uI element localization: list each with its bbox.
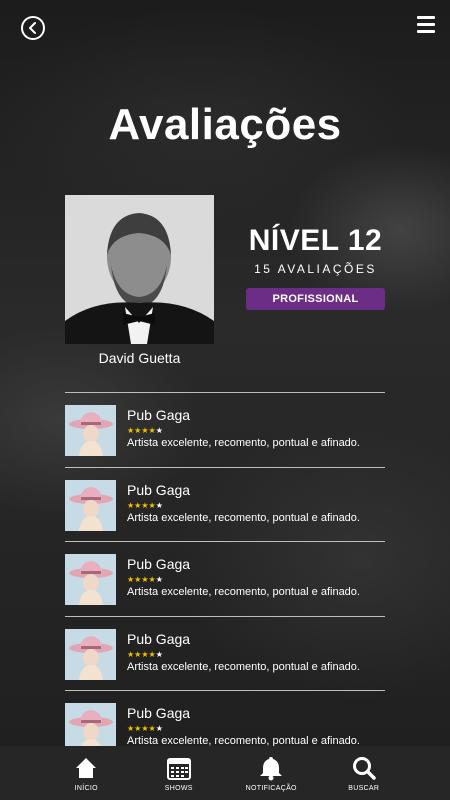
star-icon: ★ — [141, 426, 149, 435]
review-venue: Pub Gaga — [127, 481, 191, 498]
rating-stars: ★★★★★ — [127, 724, 163, 733]
star-icon: ★ — [148, 724, 156, 733]
star-icon: ★ — [141, 500, 149, 510]
star-icon: ★ — [148, 649, 156, 659]
venue-thumbnail — [65, 405, 116, 456]
venue-thumbnail — [65, 554, 116, 605]
rating-stars: ★★★★★ — [127, 650, 163, 659]
calendar-icon — [166, 757, 191, 780]
review-venue: Pub Gaga — [127, 407, 191, 423]
artist-portrait-image — [65, 195, 214, 344]
star-icon: ★ — [155, 500, 163, 510]
tab-search-label: BUSCAR — [348, 784, 380, 792]
review-venue: Pub Gaga — [127, 556, 191, 572]
artist-name: David Guetta — [98, 350, 181, 366]
tab-home-label: INÍCIO — [74, 784, 98, 792]
review-venue: Pub Gaga — [127, 630, 191, 647]
venue-thumbnail — [65, 628, 116, 680]
star-icon: ★ — [141, 575, 149, 584]
level-text: NÍVEL 12 — [248, 224, 383, 257]
star-icon: ★ — [148, 575, 156, 584]
menu-button[interactable] — [417, 16, 435, 34]
review-comment: Artista excelente, recomento, pontual e … — [127, 586, 360, 598]
star-icon: ★ — [141, 649, 149, 659]
reviews-count: 15 AVALIAÇÕES — [254, 262, 377, 276]
tab-notifications-label: NOTIFICAÇÃO — [245, 784, 297, 792]
bottom-tab-bar: INÍCIO SHOWS NOTIFICAÇÃO BUSCAR — [0, 746, 450, 800]
review-item[interactable]: Pub Gaga ★★★★★ Artista excelente, recome… — [65, 617, 385, 691]
tab-shows-label: SHOWS — [164, 784, 193, 792]
star-icon: ★ — [155, 575, 163, 584]
review-comment: Artista excelente, recomento, pontual e … — [127, 511, 360, 524]
bell-icon — [260, 756, 283, 780]
menu-icon — [417, 16, 435, 19]
rating-stars: ★★★★★ — [127, 426, 163, 435]
star-icon: ★ — [148, 426, 156, 435]
review-item[interactable]: Pub Gaga ★★★★★ Artista excelente, recome… — [65, 542, 385, 617]
review-list[interactable]: Pub Gaga ★★★★★ Artista excelente, recome… — [65, 393, 385, 766]
review-item[interactable]: Pub Gaga ★★★★★ Artista excelente, recome… — [65, 468, 385, 542]
review-comment: Artista excelente, recomento, pontual e … — [127, 660, 360, 673]
star-icon: ★ — [155, 649, 163, 659]
tab-notifications[interactable]: NOTIFICAÇÃO — [231, 755, 311, 792]
page-title: Avaliações — [108, 100, 342, 149]
tab-search[interactable]: BUSCAR — [324, 755, 404, 792]
artist-photo — [65, 195, 214, 344]
venue-thumbnail — [65, 479, 116, 531]
back-button[interactable] — [21, 16, 45, 40]
star-icon: ★ — [141, 724, 149, 733]
home-icon — [76, 757, 97, 778]
rating-stars: ★★★★★ — [127, 501, 163, 510]
review-venue: Pub Gaga — [127, 705, 191, 721]
review-item[interactable]: Pub Gaga ★★★★★ Artista excelente, recome… — [65, 393, 385, 468]
tab-home[interactable]: INÍCIO — [46, 755, 126, 792]
review-comment: Artista excelente, recomento, pontual e … — [127, 437, 360, 449]
search-icon — [352, 756, 376, 780]
status-badge: PROFISSIONAL — [246, 288, 385, 310]
star-icon: ★ — [155, 724, 163, 733]
star-icon: ★ — [148, 500, 156, 510]
rating-stars: ★★★★★ — [127, 575, 163, 584]
back-icon — [29, 22, 36, 34]
tab-shows[interactable]: SHOWS — [139, 755, 219, 792]
star-icon: ★ — [155, 426, 163, 435]
